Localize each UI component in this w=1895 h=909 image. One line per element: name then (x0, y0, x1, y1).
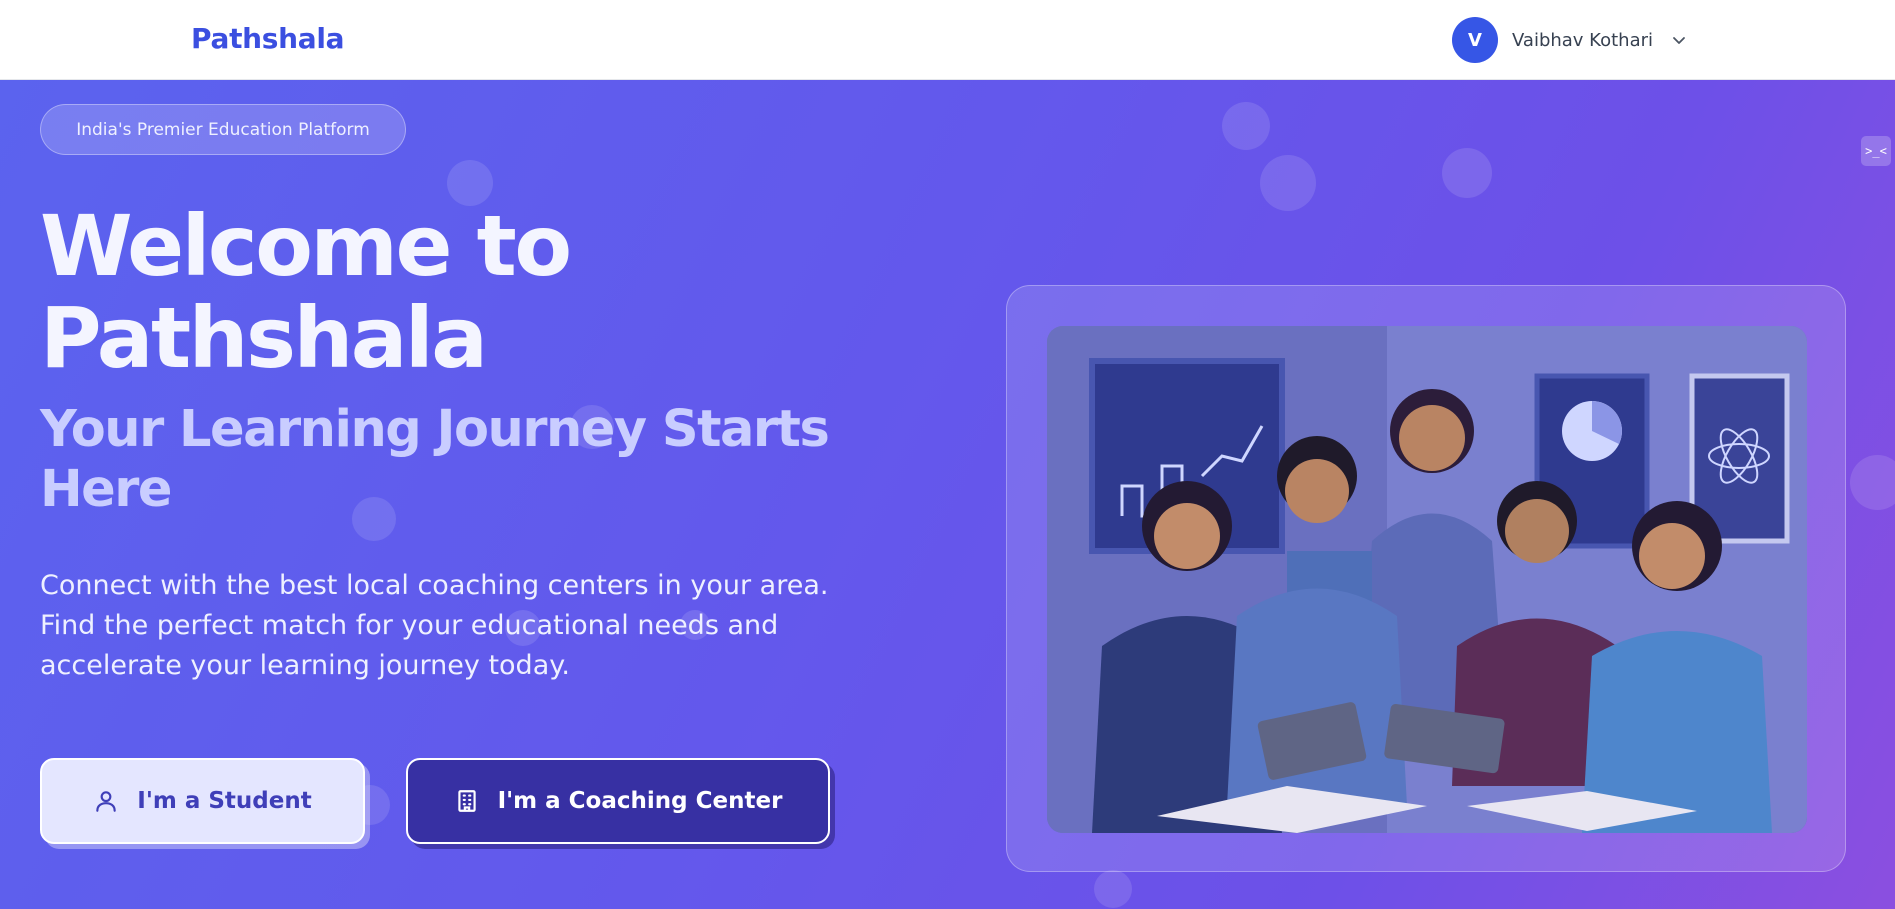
platform-badge: India's Premier Education Platform (40, 104, 406, 155)
page-title: Welcome to Pathshala (40, 200, 940, 384)
page-subtitle: Your Learning Journey Starts Here (40, 400, 900, 520)
student-button[interactable]: I'm a Student (40, 758, 365, 844)
top-navigation-bar: Pathshala V Vaibhav Kothari (0, 0, 1895, 80)
subtitle-line-1: Your Learning Journey Starts (40, 400, 830, 459)
brand-logo[interactable]: Pathshala (191, 22, 345, 55)
user-name[interactable]: Vaibhav Kothari (1512, 30, 1653, 51)
decorative-bubble (1850, 455, 1895, 510)
description-line-2: Find the perfect match for your educatio… (40, 610, 779, 641)
user-menu[interactable]: V Vaibhav Kothari (1452, 17, 1687, 63)
students-illustration (1047, 326, 1807, 833)
students-photo (1047, 326, 1807, 833)
collapse-widget-button[interactable]: >_< (1861, 136, 1891, 166)
decorative-bubble (1260, 155, 1316, 211)
decorative-bubble (1442, 148, 1492, 198)
title-line-2: Pathshala (40, 289, 488, 387)
student-button-label: I'm a Student (137, 788, 312, 814)
description-line-3: accelerate your learning journey today. (40, 650, 570, 681)
decorative-bubble (1222, 102, 1270, 150)
decorative-bubble (1094, 870, 1132, 908)
coaching-center-button[interactable]: I'm a Coaching Center (406, 758, 830, 844)
chevron-down-icon[interactable] (1671, 32, 1687, 48)
title-line-1: Welcome to (40, 197, 572, 295)
hero-description: Connect with the best local coaching cen… (40, 566, 860, 686)
avatar[interactable]: V (1452, 17, 1498, 63)
subtitle-line-2: Here (40, 460, 173, 519)
hero-image-card (1006, 285, 1846, 872)
hero-section: India's Premier Education Platform >_< W… (0, 80, 1895, 909)
user-icon (96, 791, 117, 812)
coaching-button-label: I'm a Coaching Center (497, 788, 783, 814)
building-icon (457, 790, 476, 812)
description-line-1: Connect with the best local coaching cen… (40, 570, 829, 601)
